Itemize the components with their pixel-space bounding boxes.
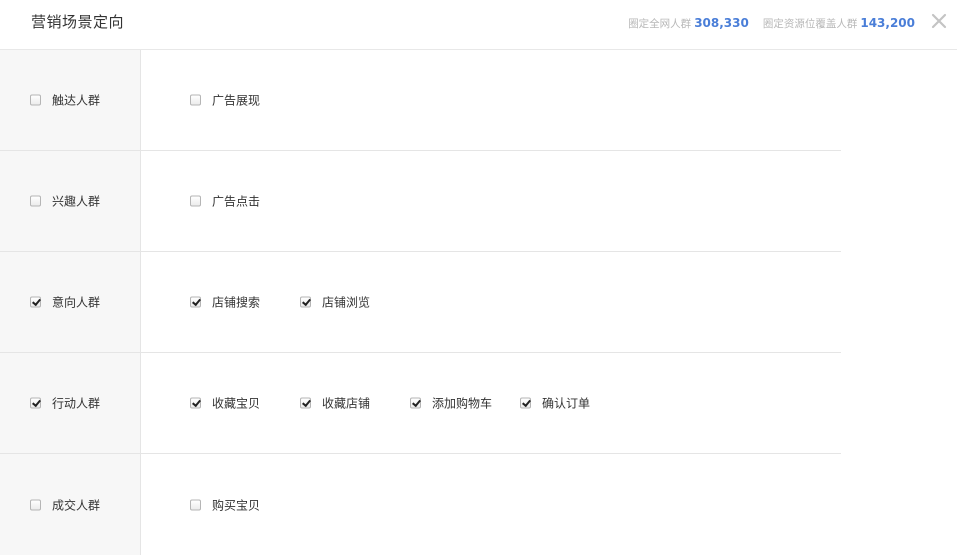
checkbox-unchecked[interactable]	[30, 94, 41, 106]
checkbox-unchecked[interactable]	[30, 195, 41, 207]
option-label: 广告点击	[212, 194, 261, 209]
checkbox-checked[interactable]	[300, 296, 311, 308]
audience-row: 成交人群 购买宝贝	[0, 454, 957, 555]
group-cell: 成交人群	[0, 454, 141, 555]
audience-row: 触达人群 广告展现	[0, 50, 957, 151]
option-checkbox[interactable]: 店铺搜索	[190, 294, 300, 311]
group-label: 兴趣人群	[52, 194, 101, 209]
stat-value-coverage: 143,200	[860, 16, 915, 30]
group-label: 行动人群	[52, 396, 101, 411]
audience-row: 意向人群 店铺搜索 店铺浏览	[0, 252, 957, 353]
checkbox-checked[interactable]	[410, 397, 421, 409]
option-label: 广告展现	[212, 93, 261, 108]
option-list: 店铺搜索 店铺浏览	[190, 294, 410, 311]
option-label: 店铺浏览	[322, 295, 371, 310]
checkbox-unchecked[interactable]	[190, 94, 201, 106]
audience-row: 兴趣人群 广告点击	[0, 151, 957, 252]
checkbox-checked[interactable]	[30, 296, 41, 308]
checkbox-unchecked[interactable]	[30, 499, 41, 510]
option-checkbox[interactable]: 广告展现	[190, 92, 300, 109]
group-checkbox[interactable]: 行动人群	[30, 395, 100, 412]
audience-stats: 圈定全网人群 308,330 圈定资源位覆盖人群 143,200	[628, 16, 915, 31]
checkbox-checked[interactable]	[190, 397, 201, 409]
checkbox-checked[interactable]	[190, 296, 201, 308]
option-label: 收藏宝贝	[212, 396, 261, 411]
option-checkbox[interactable]: 店铺浏览	[300, 294, 410, 311]
option-checkbox[interactable]: 确认订单	[520, 395, 630, 412]
option-label: 确认订单	[542, 396, 591, 411]
options-cell: 广告点击	[141, 151, 841, 252]
option-checkbox[interactable]: 添加购物车	[410, 395, 520, 412]
option-list: 购买宝贝	[190, 496, 300, 513]
checkbox-checked[interactable]	[520, 397, 531, 409]
audience-groups: 触达人群 广告展现兴趣人群 广告点击意向人群 店铺搜索 店铺浏览行动人群 收藏宝贝 收藏店铺…	[0, 50, 957, 555]
group-label: 成交人群	[52, 498, 101, 512]
option-label: 收藏店铺	[322, 396, 371, 411]
checkbox-checked[interactable]	[300, 397, 311, 409]
option-label: 购买宝贝	[212, 498, 261, 512]
group-checkbox[interactable]: 兴趣人群	[30, 193, 100, 210]
stat-label-total: 圈定全网人群	[628, 18, 692, 30]
group-checkbox[interactable]: 触达人群	[30, 92, 100, 109]
option-list: 广告点击	[190, 193, 300, 210]
group-checkbox[interactable]: 意向人群	[30, 294, 100, 311]
group-label: 意向人群	[52, 295, 101, 310]
group-cell: 触达人群	[0, 50, 141, 151]
option-checkbox[interactable]: 购买宝贝	[190, 496, 300, 513]
group-cell: 意向人群	[0, 252, 141, 353]
option-label: 添加购物车	[432, 396, 493, 411]
dialog-title: 营销场景定向	[31, 13, 125, 31]
option-checkbox[interactable]: 收藏宝贝	[190, 395, 300, 412]
option-label: 店铺搜索	[212, 295, 261, 310]
group-label: 触达人群	[52, 93, 101, 108]
options-cell: 购买宝贝	[141, 454, 841, 555]
checkbox-checked[interactable]	[30, 397, 41, 409]
options-cell: 收藏宝贝 收藏店铺 添加购物车 确认订单	[141, 353, 841, 454]
group-cell: 行动人群	[0, 353, 141, 454]
close-icon[interactable]	[930, 12, 948, 30]
group-cell: 兴趣人群	[0, 151, 141, 252]
option-checkbox[interactable]: 广告点击	[190, 193, 300, 210]
checkbox-unchecked[interactable]	[190, 499, 201, 510]
option-list: 广告展现	[190, 92, 300, 109]
stat-value-total: 308,330	[694, 16, 749, 30]
option-checkbox[interactable]: 收藏店铺	[300, 395, 410, 412]
options-cell: 广告展现	[141, 50, 841, 151]
audience-row: 行动人群 收藏宝贝 收藏店铺 添加购物车 确认订单	[0, 353, 957, 454]
option-list: 收藏宝贝 收藏店铺 添加购物车 确认订单	[190, 395, 630, 412]
checkbox-unchecked[interactable]	[190, 195, 201, 207]
group-checkbox[interactable]: 成交人群	[30, 496, 100, 513]
stat-label-coverage: 圈定资源位覆盖人群	[762, 18, 858, 30]
dialog-header: 营销场景定向 圈定全网人群 308,330 圈定资源位覆盖人群 143,200	[0, 0, 957, 50]
options-cell: 店铺搜索 店铺浏览	[141, 252, 841, 353]
